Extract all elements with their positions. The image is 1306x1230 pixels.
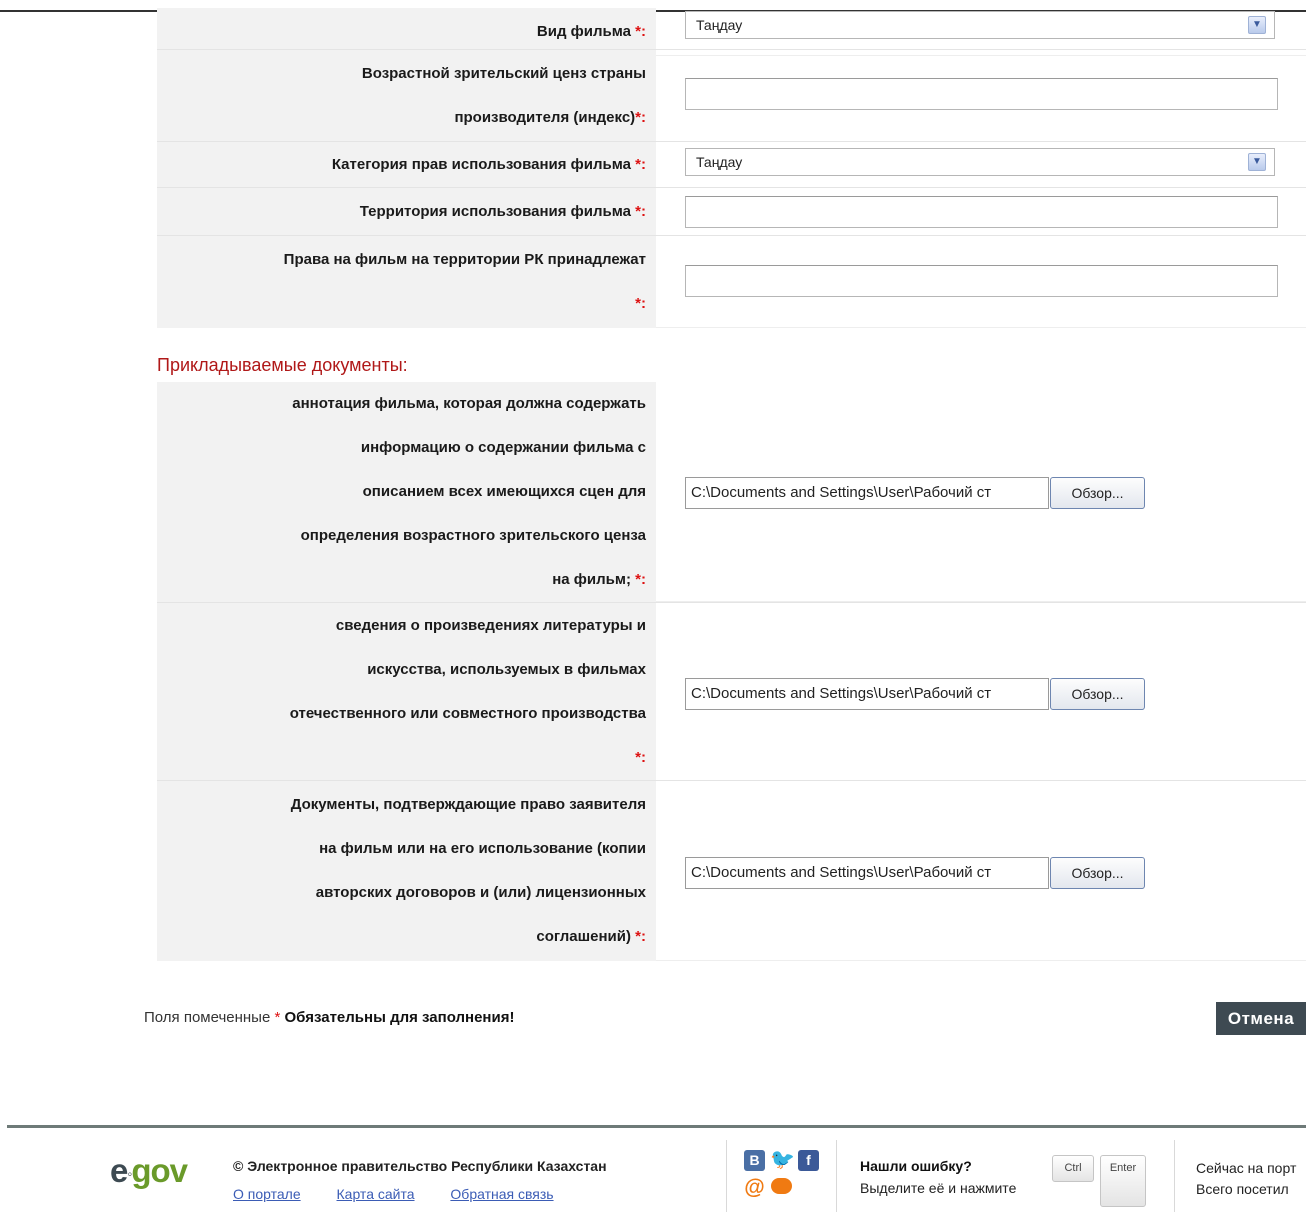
row-rights-category: Категория прав использования фильма *: Т… <box>157 141 1306 188</box>
online-counter: Сейчас на порт Всего посетил <box>1196 1160 1297 1197</box>
required-fields-note: Поля помеченные * Обязательны для заполн… <box>144 1009 515 1026</box>
social-icons: B 🐦 f @ <box>742 1150 824 1206</box>
rights-holder-label: Права на фильм на территории РК принадле… <box>157 236 656 328</box>
row-document-works: сведения о произведениях литературы и ис… <box>157 602 1306 781</box>
footer-separator <box>726 1140 727 1212</box>
twitter-icon[interactable]: 🐦 <box>770 1150 795 1171</box>
rights-holder-input[interactable] <box>685 265 1278 297</box>
cancel-button[interactable]: Отмена <box>1216 1002 1306 1035</box>
rights-category-select[interactable]: Таңдау ▼ <box>685 148 1275 176</box>
mail-icon[interactable]: @ <box>744 1177 765 1198</box>
error-report-text: Выделите её и нажмите <box>860 1180 1017 1196</box>
documents-section-title: Прикладываемые документы: <box>157 355 408 375</box>
footer-links: О портале Карта сайта Обратная связь <box>233 1186 586 1202</box>
chevron-down-icon[interactable]: ▼ <box>1248 153 1266 171</box>
vkontakte-icon[interactable]: B <box>744 1150 765 1171</box>
age-rating-input[interactable] <box>685 78 1278 110</box>
footer-link-feedback[interactable]: Обратная связь <box>450 1186 553 1202</box>
row-age-rating: Возрастной зрительский ценз страны произ… <box>157 49 1306 142</box>
document-annotation-label: аннотация фильма, которая должна содержа… <box>157 382 656 602</box>
territory-label: Территория использования фильма *: <box>157 188 656 236</box>
footer-divider <box>7 1125 1306 1128</box>
document-annotation-browse-button[interactable]: Обзор... <box>1050 477 1145 509</box>
egov-logo[interactable]: e◦gov <box>110 1152 188 1190</box>
footer-copyright: © Электронное правительство Республики К… <box>233 1158 607 1174</box>
document-works-browse-button[interactable]: Обзор... <box>1050 678 1145 710</box>
error-report-title: Нашли ошибку? <box>860 1158 972 1174</box>
territory-input[interactable] <box>685 196 1278 228</box>
document-works-file-input[interactable]: C:\Documents and Settings\User\Рабочий с… <box>685 678 1049 710</box>
row-rights-holder: Права на фильм на территории РК принадле… <box>157 235 1306 328</box>
footer-link-sitemap[interactable]: Карта сайта <box>337 1186 415 1202</box>
row-document-rights: Документы, подтверждающие право заявител… <box>157 780 1306 961</box>
rights-category-label: Категория прав использования фильма *: <box>157 142 656 188</box>
document-rights-file-input[interactable]: C:\Documents and Settings\User\Рабочий с… <box>685 857 1049 889</box>
enter-key-icon: Enter <box>1100 1155 1146 1207</box>
document-annotation-file-input[interactable]: C:\Documents and Settings\User\Рабочий с… <box>685 477 1049 509</box>
facebook-icon[interactable]: f <box>798 1150 819 1171</box>
footer-separator <box>1174 1140 1175 1212</box>
row-territory: Территория использования фильма *: <box>157 187 1306 236</box>
film-type-select[interactable]: Таңдау ▼ <box>685 11 1275 39</box>
age-rating-label: Возрастной зрительский ценз страны произ… <box>157 50 656 142</box>
document-rights-browse-button[interactable]: Обзор... <box>1050 857 1145 889</box>
document-rights-label: Документы, подтверждающие право заявител… <box>157 781 656 961</box>
document-works-label: сведения о произведениях литературы и ис… <box>157 603 656 781</box>
footer-separator <box>836 1140 837 1212</box>
ctrl-key-icon: Ctrl <box>1052 1155 1094 1182</box>
footer-link-about[interactable]: О портале <box>233 1186 301 1202</box>
chat-icon[interactable] <box>771 1178 792 1194</box>
row-document-annotation: аннотация фильма, которая должна содержа… <box>157 382 1306 602</box>
chevron-down-icon[interactable]: ▼ <box>1248 16 1266 34</box>
